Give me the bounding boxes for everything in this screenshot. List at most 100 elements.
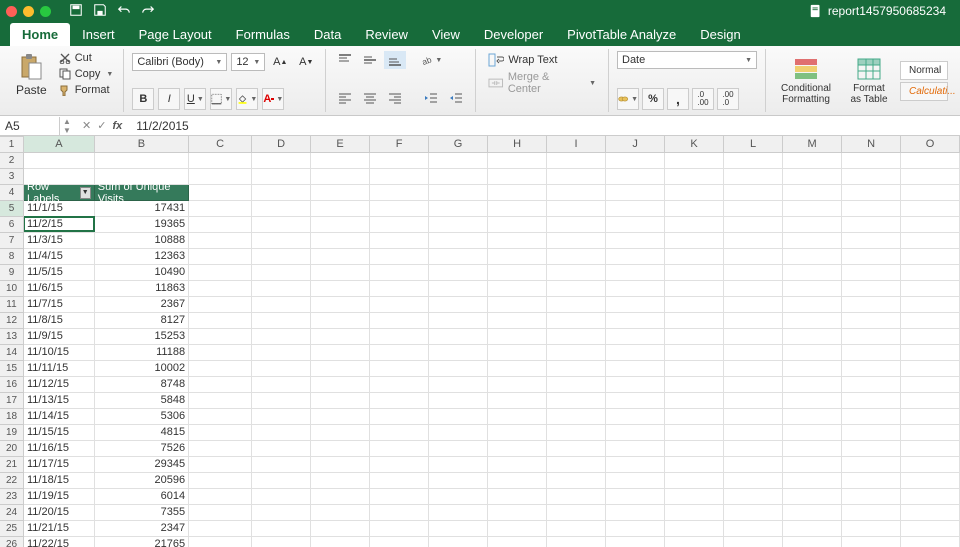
cell[interactable]: [783, 217, 842, 233]
cell[interactable]: [189, 201, 252, 217]
cell[interactable]: [311, 169, 370, 185]
cell[interactable]: [488, 377, 547, 393]
tab-developer[interactable]: Developer: [472, 23, 555, 46]
font-name-combo[interactable]: Calibri (Body)▼: [132, 53, 227, 71]
cell[interactable]: [842, 409, 901, 425]
cell[interactable]: [189, 457, 252, 473]
cell[interactable]: [189, 537, 252, 547]
cell[interactable]: [665, 313, 724, 329]
cell[interactable]: [606, 425, 665, 441]
cell[interactable]: [429, 361, 488, 377]
cell[interactable]: [189, 425, 252, 441]
cell[interactable]: [901, 233, 960, 249]
cell[interactable]: [783, 473, 842, 489]
cell[interactable]: 11188: [95, 345, 189, 361]
cell[interactable]: 11/4/15: [24, 249, 95, 265]
cell[interactable]: [488, 521, 547, 537]
cell[interactable]: [311, 249, 370, 265]
cell[interactable]: [606, 521, 665, 537]
cell[interactable]: [606, 281, 665, 297]
maximize-window-button[interactable]: [40, 6, 51, 17]
cell[interactable]: [783, 297, 842, 313]
cell[interactable]: [189, 361, 252, 377]
cell-style-normal[interactable]: Normal: [900, 61, 948, 80]
cell[interactable]: [901, 505, 960, 521]
cell[interactable]: [252, 329, 311, 345]
cell[interactable]: 11/5/15: [24, 265, 95, 281]
cell[interactable]: [488, 201, 547, 217]
cell[interactable]: [429, 249, 488, 265]
cell[interactable]: [842, 233, 901, 249]
cell[interactable]: [842, 217, 901, 233]
row-header-4[interactable]: 4: [0, 185, 23, 201]
cell[interactable]: [370, 153, 429, 169]
cell[interactable]: [252, 233, 311, 249]
cell[interactable]: [665, 425, 724, 441]
cell[interactable]: [665, 169, 724, 185]
cell[interactable]: [547, 393, 606, 409]
cell[interactable]: [547, 521, 606, 537]
tab-review[interactable]: Review: [353, 23, 420, 46]
align-top-button[interactable]: [334, 51, 356, 69]
col-header-G[interactable]: G: [429, 136, 488, 152]
cell[interactable]: [252, 169, 311, 185]
cut-button[interactable]: Cut: [57, 51, 116, 65]
cell[interactable]: [488, 233, 547, 249]
cell[interactable]: [665, 345, 724, 361]
cell[interactable]: [547, 329, 606, 345]
cell[interactable]: [606, 233, 665, 249]
row-header-19[interactable]: 19: [0, 425, 23, 441]
cell[interactable]: [783, 329, 842, 345]
col-header-K[interactable]: K: [665, 136, 724, 152]
cell[interactable]: [189, 297, 252, 313]
col-header-I[interactable]: I: [547, 136, 606, 152]
cell[interactable]: [606, 313, 665, 329]
cell[interactable]: 11/9/15: [24, 329, 95, 345]
col-header-M[interactable]: M: [783, 136, 842, 152]
cell[interactable]: [429, 505, 488, 521]
cell[interactable]: [724, 313, 783, 329]
cell[interactable]: [665, 153, 724, 169]
cell[interactable]: [606, 537, 665, 547]
cell[interactable]: [547, 505, 606, 521]
cell[interactable]: [370, 313, 429, 329]
row-header-5[interactable]: 5: [0, 201, 23, 217]
cell[interactable]: [488, 217, 547, 233]
cell[interactable]: [783, 537, 842, 547]
cell[interactable]: [901, 537, 960, 547]
pivot-header-row-labels[interactable]: Row Labels▼: [24, 185, 95, 201]
cell[interactable]: [429, 377, 488, 393]
decrease-font-button[interactable]: A▼: [295, 51, 317, 73]
cell[interactable]: [901, 345, 960, 361]
col-header-E[interactable]: E: [311, 136, 370, 152]
cell[interactable]: [370, 505, 429, 521]
cell[interactable]: [665, 217, 724, 233]
cell[interactable]: [488, 537, 547, 547]
undo-icon[interactable]: [117, 3, 131, 20]
cell[interactable]: [311, 361, 370, 377]
row-header-18[interactable]: 18: [0, 409, 23, 425]
cell[interactable]: [429, 297, 488, 313]
cell[interactable]: [665, 297, 724, 313]
cell[interactable]: [488, 489, 547, 505]
align-right-button[interactable]: [384, 89, 406, 107]
row-header-2[interactable]: 2: [0, 153, 23, 169]
cell[interactable]: 11/1/15: [24, 201, 95, 217]
cell[interactable]: [370, 265, 429, 281]
cell[interactable]: [24, 153, 95, 169]
cell[interactable]: 11/2/15: [24, 217, 95, 233]
cell[interactable]: [724, 425, 783, 441]
tab-pivottable-analyze[interactable]: PivotTable Analyze: [555, 23, 688, 46]
cell[interactable]: 5848: [95, 393, 189, 409]
cell[interactable]: [901, 153, 960, 169]
row-header-13[interactable]: 13: [0, 329, 23, 345]
cell[interactable]: [370, 361, 429, 377]
filter-dropdown-icon[interactable]: ▼: [80, 187, 91, 199]
cell[interactable]: [783, 153, 842, 169]
cell[interactable]: [606, 185, 665, 201]
cell[interactable]: [429, 281, 488, 297]
cell[interactable]: [547, 265, 606, 281]
cell[interactable]: [783, 265, 842, 281]
cell[interactable]: [606, 377, 665, 393]
cell[interactable]: [606, 457, 665, 473]
